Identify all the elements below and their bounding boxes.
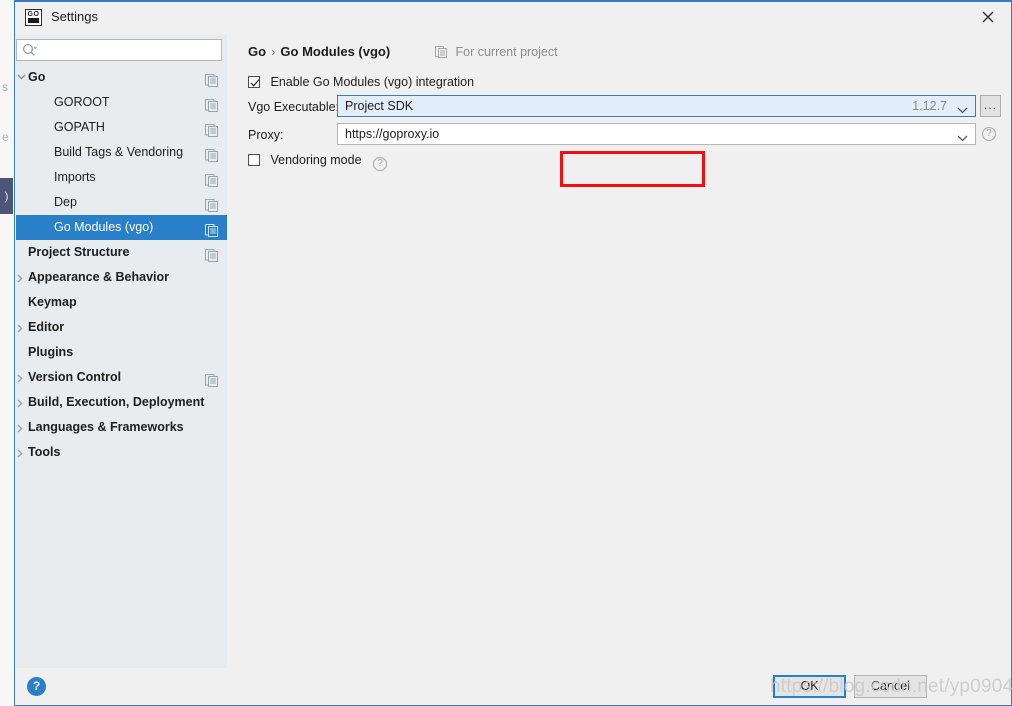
search-input[interactable] bbox=[45, 40, 217, 62]
project-scope-icon bbox=[205, 146, 218, 159]
chevron-right-icon[interactable] bbox=[14, 390, 28, 415]
vgo-executable-label: Vgo Executable: bbox=[248, 100, 339, 114]
proxy-label: Proxy: bbox=[248, 128, 283, 142]
chevron-down-icon[interactable] bbox=[957, 131, 968, 145]
breadcrumb: Go›Go Modules (vgo) bbox=[248, 44, 390, 59]
dialog-footer: ? OK Cancel bbox=[16, 668, 1010, 704]
sidebar-item-plugins[interactable]: Plugins bbox=[16, 340, 227, 365]
settings-tree: Go GOROOTGOPATHBuild Tags & VendoringImpo… bbox=[16, 65, 227, 668]
go-icon: GO bbox=[25, 9, 42, 26]
proxy-combobox[interactable]: https://goproxy.io bbox=[337, 123, 976, 145]
sidebar-item-go[interactable]: Go bbox=[16, 65, 227, 90]
sidebar-item-label: Version Control bbox=[28, 365, 121, 390]
settings-sidebar: Go GOROOTGOPATHBuild Tags & VendoringImpo… bbox=[16, 34, 227, 668]
sidebar-item-label: GOROOT bbox=[54, 90, 110, 115]
close-icon bbox=[982, 11, 994, 23]
proxy-help-icon[interactable]: ? bbox=[982, 127, 996, 141]
sidebar-item-label: Imports bbox=[54, 165, 96, 190]
vgo-executable-version: 1.12.7 bbox=[912, 96, 947, 116]
search-icon bbox=[22, 43, 38, 60]
settings-dialog: GO Settings Go GOROOTGOPATHBuild Tags & V… bbox=[14, 0, 1012, 706]
sidebar-item-editor[interactable]: Editor bbox=[16, 315, 227, 340]
sidebar-item-gopath[interactable]: GOPATH bbox=[16, 115, 227, 140]
proxy-value: https://goproxy.io bbox=[345, 124, 439, 144]
project-scope-icon bbox=[205, 371, 218, 384]
sidebar-item-label: Keymap bbox=[28, 290, 77, 315]
chevron-down-icon[interactable] bbox=[957, 103, 968, 117]
vendoring-mode-label: Vendoring mode bbox=[270, 153, 361, 167]
sidebar-item-imports[interactable]: Imports bbox=[16, 165, 227, 190]
vgo-executable-browse-label: ... bbox=[981, 96, 1000, 116]
sidebar-item-appearance-behavior[interactable]: Appearance & Behavior bbox=[16, 265, 227, 290]
project-scope-icon bbox=[205, 221, 218, 234]
title-accent-bar bbox=[15, 0, 1011, 2]
sidebar-item-label: GOPATH bbox=[54, 115, 105, 140]
background-glyph-mid: e bbox=[2, 130, 9, 144]
enable-go-modules-checkbox[interactable]: Enable Go Modules (vgo) integration bbox=[248, 75, 474, 89]
checkbox-box-enable bbox=[248, 76, 260, 88]
sidebar-item-label: Tools bbox=[28, 440, 60, 465]
sidebar-item-label: Editor bbox=[28, 315, 64, 340]
title-bar: GO Settings bbox=[15, 0, 1011, 35]
vendoring-mode-checkbox[interactable]: Vendoring mode ? bbox=[248, 153, 387, 171]
search-box[interactable] bbox=[16, 39, 222, 61]
sidebar-item-label: Go Modules (vgo) bbox=[54, 215, 153, 240]
breadcrumb-root[interactable]: Go bbox=[248, 44, 266, 59]
scope-note-label: For current project bbox=[455, 45, 557, 59]
go-icon-text: GO bbox=[27, 11, 40, 18]
settings-detail-panel: Go›Go Modules (vgo) For current project … bbox=[227, 34, 1010, 668]
sidebar-item-label: Plugins bbox=[28, 340, 73, 365]
chevron-right-icon[interactable] bbox=[14, 365, 28, 390]
sidebar-item-label: Appearance & Behavior bbox=[28, 265, 169, 290]
breadcrumb-current: Go Modules (vgo) bbox=[280, 44, 390, 59]
sidebar-item-label: Build Tags & Vendoring bbox=[54, 140, 183, 165]
window-title: Settings bbox=[51, 0, 98, 34]
sidebar-item-label: Project Structure bbox=[28, 240, 129, 265]
close-button[interactable] bbox=[965, 0, 1011, 33]
proxy-highlight-annotation bbox=[560, 151, 705, 187]
help-button[interactable]: ? bbox=[27, 677, 46, 696]
ok-button[interactable]: OK bbox=[773, 675, 846, 698]
check-icon bbox=[250, 78, 260, 88]
sidebar-item-label: Languages & Frameworks bbox=[28, 415, 184, 440]
sidebar-item-dep[interactable]: Dep bbox=[16, 190, 227, 215]
project-scope-icon bbox=[205, 196, 218, 209]
sidebar-item-tools[interactable]: Tools bbox=[16, 440, 227, 465]
project-scope-icon bbox=[205, 96, 218, 109]
chevron-right-icon[interactable] bbox=[14, 415, 28, 440]
vendoring-mode-help-icon[interactable]: ? bbox=[373, 157, 387, 171]
project-scope-icon bbox=[205, 171, 218, 184]
breadcrumb-separator: › bbox=[266, 44, 280, 59]
chevron-right-icon[interactable] bbox=[14, 440, 28, 465]
project-scope-icon bbox=[205, 71, 218, 84]
background-glyph-top: s bbox=[2, 80, 8, 94]
cancel-button[interactable]: Cancel bbox=[854, 675, 927, 698]
sidebar-item-go-modules-vgo[interactable]: Go Modules (vgo) bbox=[16, 215, 227, 240]
sidebar-item-label: Build, Execution, Deployment bbox=[28, 390, 204, 415]
chevron-down-icon[interactable] bbox=[14, 65, 28, 90]
vgo-executable-value: Project SDK bbox=[345, 96, 413, 116]
sidebar-item-build-tags-vendoring[interactable]: Build Tags & Vendoring bbox=[16, 140, 227, 165]
vgo-executable-browse-button[interactable]: ... bbox=[980, 95, 1001, 117]
sidebar-item-goroot[interactable]: GOROOT bbox=[16, 90, 227, 115]
sidebar-item-keymap[interactable]: Keymap bbox=[16, 290, 227, 315]
sidebar-item-label: Dep bbox=[54, 190, 77, 215]
checkbox-box-vendoring bbox=[248, 154, 260, 166]
enable-go-modules-label: Enable Go Modules (vgo) integration bbox=[270, 75, 474, 89]
chevron-right-icon[interactable] bbox=[14, 265, 28, 290]
sidebar-item-build-execution-deployment[interactable]: Build, Execution, Deployment bbox=[16, 390, 227, 415]
project-scope-icon bbox=[205, 121, 218, 134]
vgo-executable-combobox[interactable]: Project SDK 1.12.7 bbox=[337, 95, 976, 117]
sidebar-item-version-control[interactable]: Version Control bbox=[16, 365, 227, 390]
sidebar-item-languages-frameworks[interactable]: Languages & Frameworks bbox=[16, 415, 227, 440]
background-tool-tab[interactable]: ) bbox=[0, 178, 13, 214]
project-scope-icon bbox=[205, 246, 218, 259]
scope-note: For current project bbox=[435, 45, 558, 61]
go-icon-bar bbox=[28, 18, 39, 23]
project-scope-icon bbox=[435, 46, 447, 61]
chevron-right-icon[interactable] bbox=[14, 315, 28, 340]
sidebar-item-project-structure[interactable]: Project Structure bbox=[16, 240, 227, 265]
sidebar-item-label: Go bbox=[28, 65, 45, 90]
